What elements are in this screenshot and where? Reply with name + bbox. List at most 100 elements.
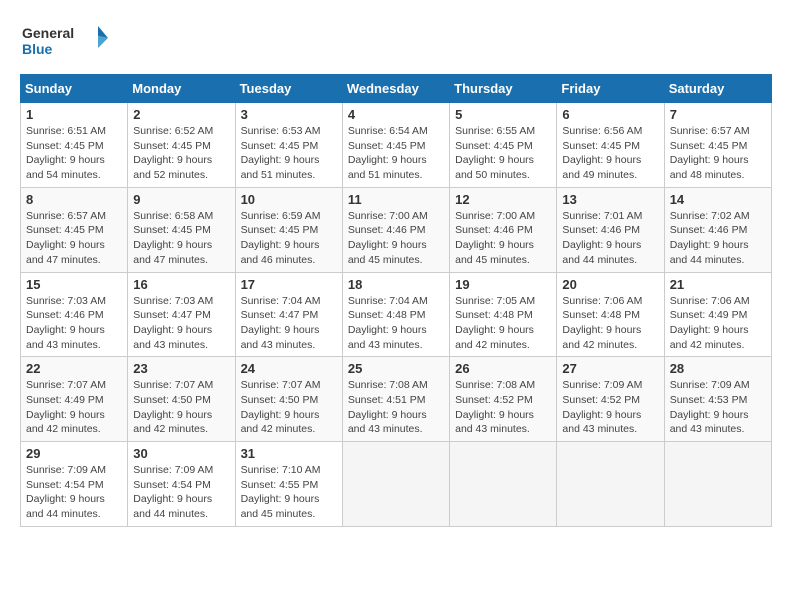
day-info: Sunrise: 7:09 AMSunset: 4:54 PMDaylight:… — [26, 463, 122, 522]
calendar-cell: 6 Sunrise: 6:56 AMSunset: 4:45 PMDaylight… — [557, 103, 664, 188]
day-number: 10 — [241, 192, 337, 207]
svg-text:Blue: Blue — [22, 41, 53, 57]
day-info: Sunrise: 7:04 AMSunset: 4:48 PMDaylight:… — [348, 294, 444, 353]
day-number: 7 — [670, 107, 766, 122]
day-number: 6 — [562, 107, 658, 122]
day-info: Sunrise: 7:01 AMSunset: 4:46 PMDaylight:… — [562, 209, 658, 268]
day-number: 4 — [348, 107, 444, 122]
day-number: 21 — [670, 277, 766, 292]
day-info: Sunrise: 7:00 AMSunset: 4:46 PMDaylight:… — [455, 209, 551, 268]
calendar-week-2: 8Sunrise: 6:57 AMSunset: 4:45 PMDaylight… — [21, 187, 772, 272]
day-number: 29 — [26, 446, 122, 461]
day-number: 26 — [455, 361, 551, 376]
day-info: Sunrise: 6:53 AMSunset: 4:45 PMDaylight:… — [241, 124, 337, 183]
logo-icon: General Blue — [20, 20, 110, 64]
calendar-cell: 31 Sunrise: 7:10 AMSunset: 4:55 PMDayligh… — [235, 442, 342, 527]
calendar-cell: 15 Sunrise: 7:03 AMSunset: 4:46 PMDayligh… — [21, 272, 128, 357]
calendar-week-5: 29 Sunrise: 7:09 AMSunset: 4:54 PMDayligh… — [21, 442, 772, 527]
calendar-cell: 3 Sunrise: 6:53 AMSunset: 4:45 PMDaylight… — [235, 103, 342, 188]
calendar-cell: 19 Sunrise: 7:05 AMSunset: 4:48 PMDayligh… — [450, 272, 557, 357]
day-number: 14 — [670, 192, 766, 207]
day-number: 22 — [26, 361, 122, 376]
day-info: Sunrise: 6:55 AMSunset: 4:45 PMDaylight:… — [455, 124, 551, 183]
day-number: 24 — [241, 361, 337, 376]
calendar-cell — [450, 442, 557, 527]
day-info: Sunrise: 7:06 AMSunset: 4:49 PMDaylight:… — [670, 294, 766, 353]
day-number: 28 — [670, 361, 766, 376]
day-info: Sunrise: 7:07 AMSunset: 4:49 PMDaylight:… — [26, 378, 122, 437]
calendar-cell: 8Sunrise: 6:57 AMSunset: 4:45 PMDaylight… — [21, 187, 128, 272]
day-number: 19 — [455, 277, 551, 292]
weekday-header-monday: Monday — [128, 75, 235, 103]
day-number: 17 — [241, 277, 337, 292]
day-info: Sunrise: 6:57 AMSunset: 4:45 PMDaylight:… — [670, 124, 766, 183]
calendar-cell: 12 Sunrise: 7:00 AMSunset: 4:46 PMDayligh… — [450, 187, 557, 272]
day-info: Sunrise: 6:56 AMSunset: 4:45 PMDaylight:… — [562, 124, 658, 183]
day-number: 30 — [133, 446, 229, 461]
day-info: Sunrise: 7:10 AMSunset: 4:55 PMDaylight:… — [241, 463, 337, 522]
day-info: Sunrise: 7:06 AMSunset: 4:48 PMDaylight:… — [562, 294, 658, 353]
day-number: 8 — [26, 192, 122, 207]
day-info: Sunrise: 6:58 AMSunset: 4:45 PMDaylight:… — [133, 209, 229, 268]
calendar-cell: 13 Sunrise: 7:01 AMSunset: 4:46 PMDayligh… — [557, 187, 664, 272]
day-info: Sunrise: 7:03 AMSunset: 4:46 PMDaylight:… — [26, 294, 122, 353]
day-number: 11 — [348, 192, 444, 207]
weekday-header-friday: Friday — [557, 75, 664, 103]
day-info: Sunrise: 7:00 AMSunset: 4:46 PMDaylight:… — [348, 209, 444, 268]
calendar-cell: 5 Sunrise: 6:55 AMSunset: 4:45 PMDaylight… — [450, 103, 557, 188]
day-info: Sunrise: 7:05 AMSunset: 4:48 PMDaylight:… — [455, 294, 551, 353]
day-info: Sunrise: 7:07 AMSunset: 4:50 PMDaylight:… — [241, 378, 337, 437]
calendar-week-4: 22 Sunrise: 7:07 AMSunset: 4:49 PMDayligh… — [21, 357, 772, 442]
calendar-cell: 11 Sunrise: 7:00 AMSunset: 4:46 PMDayligh… — [342, 187, 449, 272]
day-number: 16 — [133, 277, 229, 292]
calendar-cell: 22 Sunrise: 7:07 AMSunset: 4:49 PMDayligh… — [21, 357, 128, 442]
calendar-cell: 7 Sunrise: 6:57 AMSunset: 4:45 PMDaylight… — [664, 103, 771, 188]
weekday-header-sunday: Sunday — [21, 75, 128, 103]
day-number: 5 — [455, 107, 551, 122]
weekday-header-tuesday: Tuesday — [235, 75, 342, 103]
calendar-week-1: 1 Sunrise: 6:51 AMSunset: 4:45 PMDaylight… — [21, 103, 772, 188]
calendar-cell: 16 Sunrise: 7:03 AMSunset: 4:47 PMDayligh… — [128, 272, 235, 357]
calendar-cell: 30 Sunrise: 7:09 AMSunset: 4:54 PMDayligh… — [128, 442, 235, 527]
day-number: 3 — [241, 107, 337, 122]
calendar-cell: 24 Sunrise: 7:07 AMSunset: 4:50 PMDayligh… — [235, 357, 342, 442]
weekday-header-thursday: Thursday — [450, 75, 557, 103]
weekday-header-saturday: Saturday — [664, 75, 771, 103]
day-info: Sunrise: 6:59 AMSunset: 4:45 PMDaylight:… — [241, 209, 337, 268]
day-number: 20 — [562, 277, 658, 292]
calendar-cell — [557, 442, 664, 527]
svg-text:General: General — [22, 25, 74, 41]
calendar-cell: 10 Sunrise: 6:59 AMSunset: 4:45 PMDayligh… — [235, 187, 342, 272]
calendar-cell: 17Sunrise: 7:04 AMSunset: 4:47 PMDayligh… — [235, 272, 342, 357]
calendar-cell: 4Sunrise: 6:54 AMSunset: 4:45 PMDaylight… — [342, 103, 449, 188]
day-number: 2 — [133, 107, 229, 122]
page-header: General Blue — [20, 20, 772, 64]
calendar-cell: 2 Sunrise: 6:52 AMSunset: 4:45 PMDaylight… — [128, 103, 235, 188]
day-number: 18 — [348, 277, 444, 292]
calendar-header-row: SundayMondayTuesdayWednesdayThursdayFrid… — [21, 75, 772, 103]
day-number: 25 — [348, 361, 444, 376]
day-number: 1 — [26, 107, 122, 122]
day-info: Sunrise: 7:08 AMSunset: 4:52 PMDaylight:… — [455, 378, 551, 437]
day-info: Sunrise: 6:51 AMSunset: 4:45 PMDaylight:… — [26, 124, 122, 183]
day-info: Sunrise: 6:52 AMSunset: 4:45 PMDaylight:… — [133, 124, 229, 183]
day-info: Sunrise: 7:03 AMSunset: 4:47 PMDaylight:… — [133, 294, 229, 353]
calendar-cell — [342, 442, 449, 527]
day-info: Sunrise: 7:02 AMSunset: 4:46 PMDaylight:… — [670, 209, 766, 268]
calendar-cell: 18 Sunrise: 7:04 AMSunset: 4:48 PMDayligh… — [342, 272, 449, 357]
calendar-cell: 21 Sunrise: 7:06 AMSunset: 4:49 PMDayligh… — [664, 272, 771, 357]
day-number: 31 — [241, 446, 337, 461]
day-info: Sunrise: 7:09 AMSunset: 4:54 PMDaylight:… — [133, 463, 229, 522]
day-number: 13 — [562, 192, 658, 207]
day-info: Sunrise: 7:09 AMSunset: 4:53 PMDaylight:… — [670, 378, 766, 437]
weekday-header-wednesday: Wednesday — [342, 75, 449, 103]
day-number: 12 — [455, 192, 551, 207]
calendar-cell: 14 Sunrise: 7:02 AMSunset: 4:46 PMDayligh… — [664, 187, 771, 272]
calendar-cell: 29 Sunrise: 7:09 AMSunset: 4:54 PMDayligh… — [21, 442, 128, 527]
day-number: 15 — [26, 277, 122, 292]
calendar-cell: 20 Sunrise: 7:06 AMSunset: 4:48 PMDayligh… — [557, 272, 664, 357]
day-info: Sunrise: 7:08 AMSunset: 4:51 PMDaylight:… — [348, 378, 444, 437]
calendar-table: SundayMondayTuesdayWednesdayThursdayFrid… — [20, 74, 772, 527]
day-info: Sunrise: 7:07 AMSunset: 4:50 PMDaylight:… — [133, 378, 229, 437]
day-info: Sunrise: 7:09 AMSunset: 4:52 PMDaylight:… — [562, 378, 658, 437]
